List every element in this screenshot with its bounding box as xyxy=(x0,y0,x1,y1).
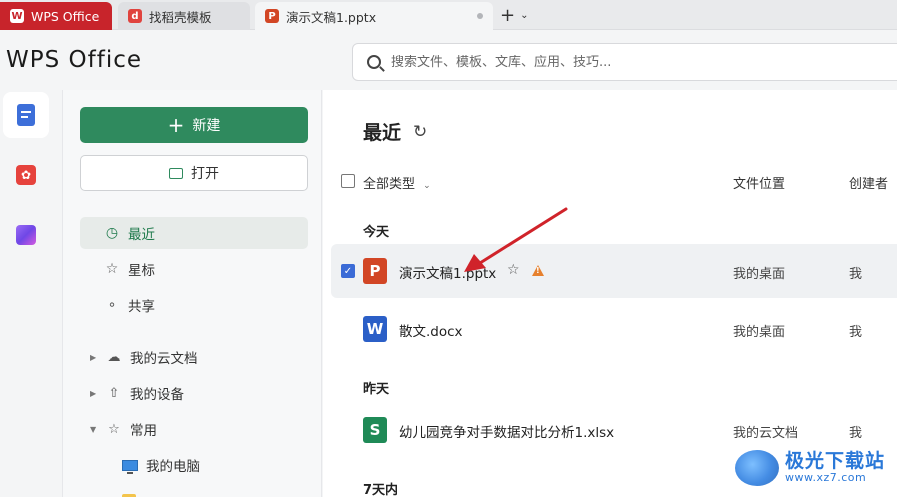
watermark-logo-icon xyxy=(735,450,779,486)
watermark-text: 极光下载站 www.xz7.com xyxy=(785,450,886,485)
watermark: 极光下载站 www.xz7.com xyxy=(735,443,895,493)
annotation-arrow xyxy=(464,207,568,272)
watermark-url: www.xz7.com xyxy=(785,471,867,485)
watermark-title: 极光下载站 xyxy=(785,450,886,473)
